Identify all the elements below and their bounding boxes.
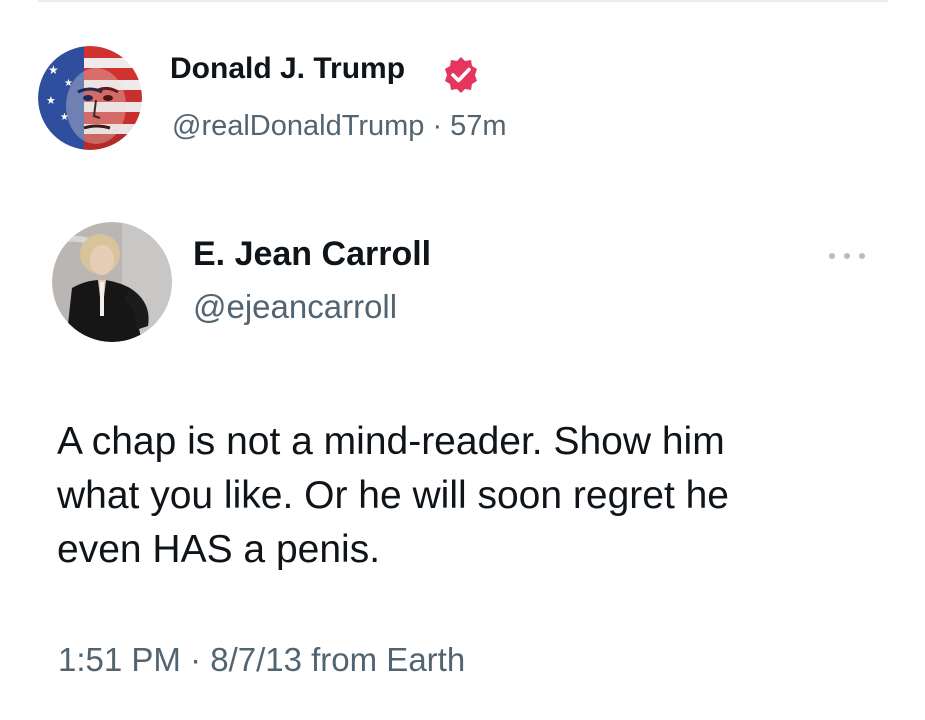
post-text-line: A chap is not a mind-reader. Show him (57, 420, 725, 463)
post-text-line: what you like. Or he will soon regret he (57, 474, 729, 517)
svg-text:★: ★ (48, 63, 59, 77)
post-timestamp[interactable]: 1:51 PM · 8/7/13 from Earth (58, 641, 465, 679)
author-name[interactable]: Donald J. Trump (170, 52, 405, 86)
quoted-author-handle[interactable]: @ejeancarroll (193, 288, 397, 326)
more-options-icon[interactable] (829, 246, 865, 266)
flag-portrait-avatar-icon[interactable]: ★ ★ ★ ★ (38, 46, 142, 150)
tweet-screenshot: ★ ★ ★ ★ Donald J. Trump @realDonaldTrump… (0, 0, 925, 720)
svg-text:★: ★ (46, 94, 56, 107)
verified-badge-icon (441, 55, 481, 95)
quoted-author-name[interactable]: E. Jean Carroll (193, 235, 431, 274)
author-handle-time[interactable]: @realDonaldTrump · 57m (172, 110, 507, 143)
post-text: A chap is not a mind-reader. Show him wh… (57, 415, 877, 577)
divider (38, 0, 888, 2)
post-text-line: even HAS a penis. (57, 528, 381, 571)
portrait-avatar-icon[interactable] (52, 222, 172, 342)
